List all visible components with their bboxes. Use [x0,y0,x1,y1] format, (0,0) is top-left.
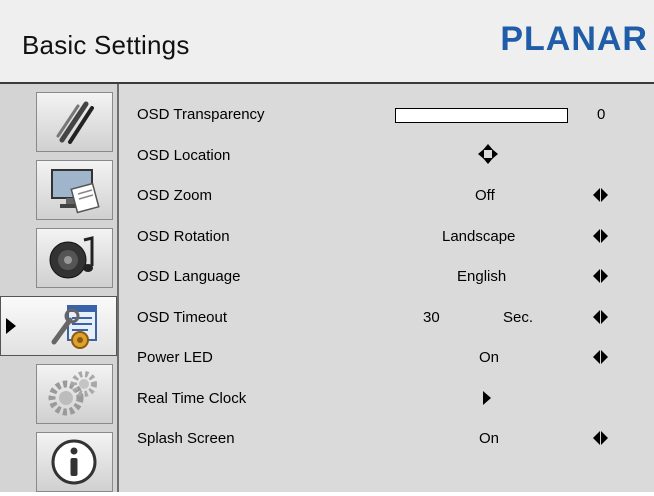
info-icon [51,439,97,485]
four-way-arrow-icon[interactable] [477,143,499,165]
sidebar-item-info[interactable] [0,428,117,496]
left-right-arrows-icon[interactable] [593,269,609,283]
left-right-arrows-icon[interactable] [593,229,609,243]
transparency-slider[interactable] [395,108,568,123]
setting-label: OSD Language [137,268,241,285]
left-right-arrows-icon[interactable] [593,350,609,364]
sidebar-item-gears[interactable] [0,360,117,428]
left-right-arrows-icon[interactable] [593,431,609,445]
sidebar [0,84,119,492]
setting-osd-zoom[interactable]: OSD Zoom Off [119,175,654,213]
setting-splash-screen[interactable]: Splash Screen On [119,418,654,456]
setting-osd-timeout[interactable]: OSD Timeout 30 Sec. [119,297,654,335]
settings-panel: OSD Transparency 0 OSD Location OSD Zoom… [119,84,654,492]
setting-label: OSD Transparency [137,106,265,123]
setting-label: Splash Screen [137,430,235,447]
gears-icon [48,371,97,416]
setting-osd-rotation[interactable]: OSD Rotation Landscape [119,216,654,254]
tools-settings-icon [51,305,97,349]
setting-value: 0 [597,106,606,123]
setting-value: On [479,349,500,366]
sidebar-item-pens[interactable] [0,88,117,156]
sidebar-item-audio[interactable] [0,224,117,292]
setting-label: Real Time Clock [137,390,247,407]
setting-unit: Sec. [503,309,534,326]
selection-pointer-icon [6,318,16,334]
setting-value: Off [475,187,495,204]
setting-label: OSD Rotation [137,228,230,245]
sidebar-item-display[interactable] [0,156,117,224]
osd-window: Basic Settings PLANAR OSD Transparency 0… [0,0,654,492]
left-right-arrows-icon[interactable] [593,310,609,324]
pens-icon [56,101,94,144]
setting-value: English [457,268,507,285]
setting-osd-location[interactable]: OSD Location [119,135,654,173]
brand-logo: PLANAR [500,20,648,58]
setting-value: 30 [423,309,440,326]
setting-real-time-clock[interactable]: Real Time Clock [119,378,654,416]
sidebar-item-setup[interactable] [0,292,117,360]
setting-label: OSD Timeout [137,309,228,326]
audio-icon [49,236,94,279]
setting-power-led[interactable]: Power LED On [119,337,654,375]
setting-osd-transparency[interactable]: OSD Transparency 0 [119,94,654,132]
left-right-arrows-icon[interactable] [593,188,609,202]
setting-label: OSD Location [137,147,231,164]
setting-label: OSD Zoom [137,187,213,204]
setting-value: On [479,430,500,447]
setting-osd-language[interactable]: OSD Language English [119,256,654,294]
setting-label: Power LED [137,349,213,366]
header: Basic Settings PLANAR [0,0,654,84]
setting-value: Landscape [442,228,516,245]
submenu-arrow-icon[interactable] [483,391,491,405]
display-picture-icon [51,169,100,214]
page-title: Basic Settings [22,30,190,60]
